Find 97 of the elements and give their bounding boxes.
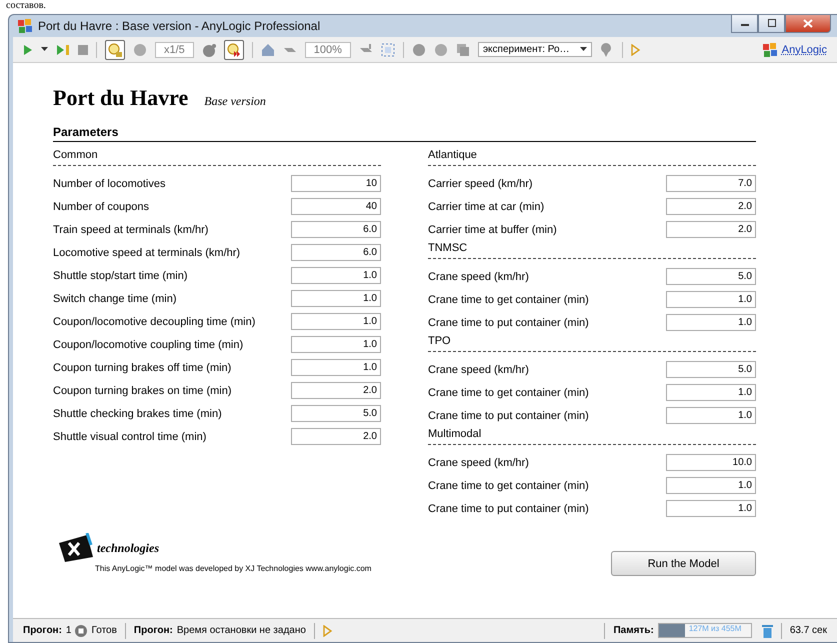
close-icon [803, 18, 813, 28]
parameter-label: Carrier speed (km/hr) [428, 178, 533, 190]
group-heading: TPO [428, 334, 756, 352]
group-heading: Multimodal [428, 427, 756, 445]
run-model-button[interactable]: Run the Model [611, 551, 756, 576]
parameter-field[interactable]: 10.0 [666, 454, 756, 471]
caret-icon [580, 47, 587, 52]
parameter-label: Crane time to put container (min) [428, 410, 589, 422]
speed-field: x1/5 [155, 42, 194, 58]
parameter-label: Crane time to put container (min) [428, 502, 589, 514]
parameter-label: Coupon turning brakes on time (min) [53, 384, 232, 396]
memory-text: 127M из 455M [688, 624, 742, 633]
fit-view-icon[interactable] [380, 42, 395, 56]
close-button[interactable] [785, 14, 831, 32]
trash-icon[interactable] [762, 624, 773, 638]
parameter-field[interactable]: 1.0 [291, 336, 381, 353]
model-subtitle: Base version [204, 94, 266, 109]
parameter-label: Crane time to get container (min) [428, 386, 589, 398]
parameter-field[interactable]: 1.0 [666, 407, 756, 424]
parameter-label: Carrier time at car (min) [428, 200, 544, 212]
run-icon[interactable] [322, 624, 333, 636]
parameter-field[interactable]: 5.0 [666, 361, 756, 378]
parameter-label: Crane speed (km/hr) [428, 270, 529, 282]
step-icon[interactable] [56, 44, 70, 56]
parameter-field[interactable]: 1.0 [291, 290, 381, 307]
copy-icon[interactable] [456, 42, 470, 56]
parameter-label: Crane time to get container (min) [428, 294, 589, 306]
group-heading: TNMSC [428, 241, 756, 259]
parameter-label: Coupon/locomotive coupling time (min) [53, 338, 244, 350]
parameter-field[interactable]: 6.0 [291, 221, 381, 238]
window-title: Port du Havre : Base version - AnyLogic Professional [38, 19, 320, 33]
run-state: Готов [91, 625, 117, 636]
parameter-label: Shuttle visual control time (min) [53, 430, 206, 442]
experiment-dropdown[interactable]: эксперимент: Ро… [478, 42, 592, 57]
caret-icon[interactable] [41, 47, 48, 52]
parameter-field[interactable]: 2.0 [291, 382, 381, 399]
run-label: Прогон: [23, 625, 62, 636]
group-heading: Atlantique [428, 148, 756, 166]
parameter-label: Coupon/locomotive decoupling time (min) [53, 316, 256, 328]
elapsed-time: 63.7 сек [790, 625, 827, 636]
parameter-field[interactable]: 2.0 [666, 221, 756, 238]
parameter-label: Shuttle stop/start time (min) [53, 270, 188, 282]
model-title: Port du Havre [53, 85, 188, 111]
parameter-field[interactable]: 1.0 [291, 267, 381, 284]
parameter-label: Number of locomotives [53, 178, 166, 190]
parameter-label: Train speed at terminals (km/hr) [53, 224, 208, 236]
parameter-field[interactable]: 5.0 [666, 268, 756, 285]
app-logo-icon [17, 18, 33, 34]
brand-logo-icon [762, 42, 778, 58]
parameter-field[interactable]: 1.0 [666, 291, 756, 308]
parameter-field[interactable]: 40 [291, 198, 381, 215]
maximize-button[interactable] [758, 14, 785, 32]
parameter-label: Carrier time at buffer (min) [428, 224, 557, 236]
fast-mode-toggle[interactable] [224, 40, 244, 60]
parameter-label: Crane time to get container (min) [428, 480, 589, 492]
zoom-field[interactable]: 100% [304, 42, 351, 58]
parameter-field[interactable]: 1.0 [666, 314, 756, 331]
maximize-icon [766, 19, 776, 27]
experiment-name: эксперимент: Ро… [482, 44, 570, 55]
parameter-field[interactable]: 5.0 [291, 405, 381, 422]
realtime-toggle[interactable] [105, 40, 125, 60]
stop-state-icon [75, 624, 88, 636]
parameter-label: Locomotive speed at terminals (km/hr) [53, 246, 240, 258]
parameter-label: Shuttle checking brakes time (min) [53, 408, 222, 420]
parameter-field[interactable]: 1.0 [666, 384, 756, 401]
brand-link[interactable]: AnyLogic [782, 44, 827, 56]
parameter-field[interactable]: 1.0 [666, 500, 756, 517]
logo-text: technologies [97, 540, 159, 556]
document-text: составов. [5, 0, 46, 12]
parameter-field[interactable]: 10 [291, 175, 381, 192]
run-icon[interactable] [630, 44, 641, 56]
run-number: 1 [66, 625, 72, 636]
parameter-field[interactable]: 2.0 [291, 428, 381, 445]
stop-time-text: Время остановки не задано [176, 625, 306, 636]
play-icon[interactable] [23, 44, 33, 56]
parameter-field[interactable]: 7.0 [666, 175, 756, 192]
company-logo-icon [57, 533, 95, 563]
section-heading: Parameters [53, 125, 756, 142]
parameter-field[interactable]: 1.0 [291, 313, 381, 330]
parameter-label: Crane time to put container (min) [428, 316, 589, 328]
parameter-field[interactable]: 1.0 [291, 359, 381, 376]
parameter-field[interactable]: 1.0 [666, 477, 756, 494]
parameter-label: Number of coupons [53, 200, 149, 212]
pin-icon[interactable] [600, 42, 614, 58]
memory-label: Память: [613, 625, 654, 636]
minimize-button[interactable] [731, 14, 758, 32]
parameter-label: Switch change time (min) [53, 292, 176, 304]
stop-label: Прогон: [134, 625, 173, 636]
parameter-label: Crane speed (km/hr) [428, 456, 529, 468]
credit-text: This AnyLogic™ model was developed by XJ Technologies www.anylogic.com [95, 564, 372, 573]
home-view-icon[interactable] [260, 42, 275, 56]
parameter-label: Crane speed (km/hr) [428, 364, 529, 376]
parameter-field[interactable]: 2.0 [666, 198, 756, 215]
parameter-label: Coupon turning brakes off time (min) [53, 362, 232, 374]
stop-icon[interactable] [78, 44, 88, 54]
parameter-field[interactable]: 6.0 [291, 244, 381, 261]
group-heading: Common [53, 148, 381, 166]
